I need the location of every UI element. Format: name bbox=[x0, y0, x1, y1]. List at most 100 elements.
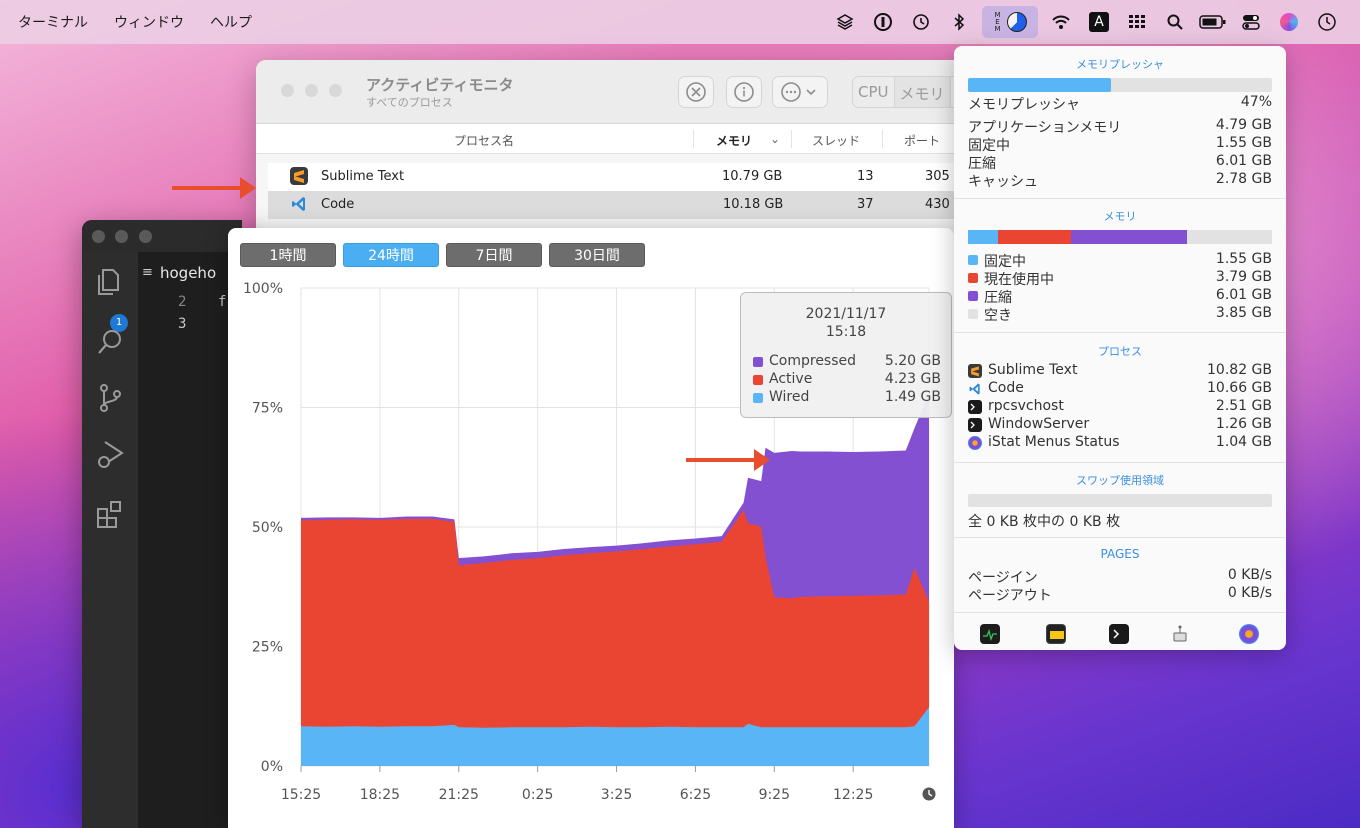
explorer-icon[interactable] bbox=[94, 266, 126, 298]
menu-terminal[interactable]: ターミナル bbox=[18, 12, 88, 32]
extensions-icon[interactable] bbox=[94, 498, 126, 530]
source-control-icon[interactable] bbox=[94, 382, 126, 414]
stop-process-button[interactable] bbox=[678, 76, 714, 108]
section-title-pages: PAGES bbox=[1100, 547, 1140, 561]
input-source-icon[interactable]: A bbox=[1085, 8, 1113, 36]
pages-label: ページアウト bbox=[968, 588, 1052, 604]
battery-icon[interactable] bbox=[1199, 8, 1227, 36]
vscode-icon bbox=[290, 195, 308, 213]
istat-memory-menu[interactable]: MEM bbox=[982, 6, 1038, 38]
y-tick-label: 75% bbox=[252, 401, 283, 417]
process-memory: 10.82 GB bbox=[1207, 362, 1272, 378]
tooltip-row: Active 4.23 GB bbox=[753, 371, 941, 389]
column-process-name[interactable]: プロセス名 bbox=[454, 132, 514, 149]
process-threads: 37 bbox=[857, 197, 874, 212]
process-ports: 305 bbox=[925, 169, 950, 184]
vscode-titlebar bbox=[82, 220, 242, 252]
stat-value: 6.01 GB bbox=[1215, 153, 1272, 169]
x-tick-label: 6:25 bbox=[680, 787, 711, 803]
control-center-icon[interactable] bbox=[1237, 8, 1265, 36]
terminal-icon bbox=[968, 418, 982, 432]
memory-usage-bar bbox=[968, 230, 1272, 244]
minimize-window-button[interactable] bbox=[305, 84, 318, 97]
tooltip-series-name: Wired bbox=[769, 389, 810, 405]
info-button[interactable] bbox=[726, 76, 762, 108]
system-information-app-icon[interactable] bbox=[1170, 624, 1190, 644]
editor-tab-label: hogeho bbox=[160, 264, 217, 282]
spotlight-search-icon[interactable] bbox=[1161, 8, 1189, 36]
memory-value: 6.01 GB bbox=[1215, 287, 1272, 303]
time-machine-icon[interactable] bbox=[907, 8, 935, 36]
stat-value: 2.78 GB bbox=[1215, 171, 1272, 187]
legend-swatch bbox=[753, 357, 763, 367]
istat-menus-app-icon[interactable] bbox=[1239, 624, 1259, 644]
onepassword-icon[interactable] bbox=[869, 8, 897, 36]
stat-value: 4.79 GB bbox=[1215, 117, 1272, 133]
line-number: 3 bbox=[178, 316, 187, 332]
editor-tab[interactable]: ≡ hogeho bbox=[138, 252, 242, 294]
y-tick-label: 0% bbox=[261, 759, 283, 775]
tooltip-series-value: 1.49 GB bbox=[884, 389, 941, 405]
annotation-arrow bbox=[172, 177, 256, 199]
process-memory: 10.79 GB bbox=[722, 169, 783, 184]
activity-monitor-app-icon[interactable] bbox=[980, 624, 1000, 644]
stat-label: キャッシュ bbox=[968, 174, 1038, 190]
stat-value: 1.55 GB bbox=[1215, 135, 1272, 151]
memory-value: 1.55 GB bbox=[1215, 251, 1272, 267]
siri-icon[interactable] bbox=[1275, 8, 1303, 36]
minimize-window-button[interactable] bbox=[115, 230, 128, 243]
wifi-icon[interactable] bbox=[1047, 8, 1075, 36]
memory-label: 空き bbox=[984, 308, 1012, 324]
run-debug-icon[interactable] bbox=[94, 438, 126, 470]
bluetooth-icon[interactable] bbox=[945, 8, 973, 36]
tooltip-date: 2021/11/17 bbox=[805, 306, 887, 322]
memory-history-window: 1時間 24時間 7日間 30日間 100% 75% 50% 25% 0% 15:25 18… bbox=[228, 228, 954, 828]
menu-window[interactable]: ウィンドウ bbox=[114, 12, 184, 32]
clock-icon[interactable] bbox=[1313, 8, 1341, 36]
close-window-button[interactable] bbox=[92, 230, 105, 243]
window-subtitle: すべてのプロセス bbox=[366, 96, 453, 109]
section-title-swap: スワップ使用領域 bbox=[1076, 474, 1164, 487]
tooltip-row: Compressed 5.20 GB bbox=[753, 353, 941, 371]
process-ports: 430 bbox=[925, 197, 950, 212]
vscode-window: 1 ≡ hogeho 2 3 f bbox=[82, 220, 242, 828]
close-window-button[interactable] bbox=[281, 84, 294, 97]
terminal-icon bbox=[968, 400, 982, 414]
more-actions-button[interactable] bbox=[772, 76, 828, 108]
column-memory[interactable]: メモリ bbox=[716, 132, 752, 149]
line-number: 2 bbox=[178, 294, 187, 310]
code-text: f bbox=[218, 294, 227, 310]
search-icon[interactable] bbox=[94, 326, 126, 358]
zoom-window-button[interactable] bbox=[139, 230, 152, 243]
memory-bar-segment bbox=[968, 230, 999, 244]
legend-swatch bbox=[968, 309, 978, 319]
tab-memory[interactable]: メモリ bbox=[894, 77, 951, 107]
terminal-app-icon[interactable] bbox=[1109, 624, 1129, 644]
console-app-icon[interactable] bbox=[1046, 624, 1066, 644]
x-tick-label: 21:25 bbox=[439, 787, 479, 803]
menu-help[interactable]: ヘルプ bbox=[210, 12, 252, 32]
memory-bar-segment bbox=[1071, 230, 1187, 244]
table-row[interactable]: Code 10.18 GB 37 430 bbox=[268, 191, 976, 219]
annotation-arrow bbox=[686, 449, 770, 471]
menu-bar: ターミナル ウィンドウ ヘルプ MEM A bbox=[0, 0, 1360, 44]
stat-label: 圧縮 bbox=[968, 156, 996, 172]
swap-bar bbox=[968, 494, 1272, 507]
toolbar: アクティビティモニタ すべてのプロセス CPU メモリ bbox=[256, 60, 976, 124]
memory-bar-segment bbox=[1186, 230, 1272, 244]
zoom-window-button[interactable] bbox=[329, 84, 342, 97]
section-title-processes: プロセス bbox=[1098, 345, 1142, 358]
column-threads[interactable]: スレッド bbox=[812, 132, 860, 149]
process-memory: 1.26 GB bbox=[1215, 416, 1272, 432]
tab-cpu[interactable]: CPU bbox=[853, 77, 895, 107]
pages-label: ページイン bbox=[968, 570, 1038, 586]
memory-pie-icon bbox=[1006, 12, 1027, 32]
table-row[interactable]: Sublime Text 10.79 GB 13 305 bbox=[268, 163, 976, 191]
status-menus: MEM A bbox=[826, 0, 1346, 44]
layers-icon[interactable] bbox=[831, 8, 859, 36]
column-ports[interactable]: ポート bbox=[904, 132, 940, 149]
vscode-icon bbox=[968, 382, 982, 396]
process-name: Code bbox=[988, 380, 1024, 396]
table-header: プロセス名 メモリ ⌄ スレッド ポート bbox=[256, 124, 976, 154]
grid-icon[interactable] bbox=[1123, 8, 1151, 36]
